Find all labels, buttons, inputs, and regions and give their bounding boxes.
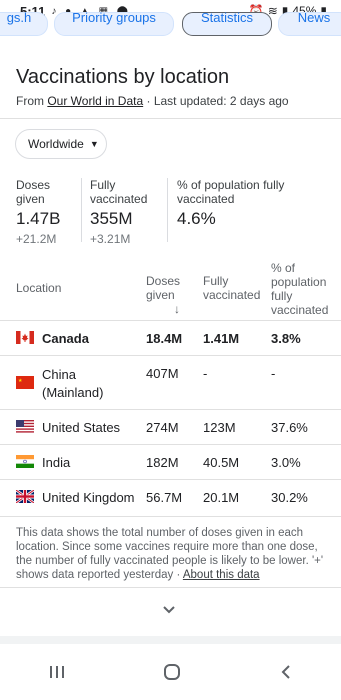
stat-delta: +21.2M [16, 232, 57, 246]
page-title: Vaccinations by location [16, 66, 230, 88]
fully-cell: 1.41M [203, 331, 240, 346]
chip-statistics[interactable]: Statistics [182, 12, 272, 36]
col-header-location: Location [16, 281, 62, 295]
pct-cell: 3.0% [271, 455, 301, 470]
location-name: Canada [42, 331, 89, 346]
source-link[interactable]: Our World in Data [47, 94, 143, 108]
footnote-text: This data shows the total number of dose… [16, 527, 324, 581]
doses-cell: 56.7M [146, 490, 183, 505]
chip-priority-groups[interactable]: Priority groups [54, 12, 174, 36]
pct-cell: 3.8% [271, 331, 301, 346]
table-row[interactable]: Canada 18.4M 1.41M 3.8% [0, 321, 341, 355]
source-line: From Our World in Data · Last updated: 2… [16, 94, 289, 108]
divider [167, 178, 168, 242]
home-icon[interactable] [163, 663, 181, 686]
canada-flag-icon [16, 331, 34, 344]
stat-delta: +3.21M [90, 232, 131, 246]
us-flag-icon [16, 420, 34, 433]
stat-fully: Fully vaccinated 355M +3.21M [90, 178, 160, 246]
caret-down-icon: ▼ [89, 139, 99, 149]
pct-cell: 37.6% [271, 420, 308, 435]
divider [0, 587, 341, 588]
location-name: United Kingdom [42, 490, 135, 505]
sort-arrow-icon: ↓ [174, 302, 180, 316]
india-flag-icon [16, 455, 34, 468]
doses-cell: 182M [146, 455, 179, 470]
dropdown-label: Worldwide [28, 137, 84, 151]
stat-pct: % of population fully vaccinated 4.6% [177, 178, 297, 229]
location-name: India [42, 455, 71, 470]
section-separator [0, 636, 341, 644]
system-nav-bar [0, 648, 341, 700]
stat-doses: Doses given 1.47B +21.2M [16, 178, 76, 246]
table-row[interactable]: United Kingdom 56.7M 20.1M 30.2% [0, 480, 341, 514]
china-flag-icon: ★ [16, 376, 34, 389]
fully-cell: 20.1M [203, 490, 240, 505]
chip-first[interactable]: gs.h [0, 12, 48, 36]
fully-cell: 40.5M [203, 455, 240, 470]
stat-label: Fully vaccinated [90, 178, 148, 206]
table-row[interactable]: India 182M 40.5M 3.0% [0, 445, 341, 479]
source-prefix: From [16, 94, 48, 108]
location-dropdown[interactable]: Worldwide ▼ [15, 129, 107, 159]
fully-cell: 123M [203, 420, 236, 435]
pct-cell: - [271, 366, 276, 381]
about-data-link[interactable]: About this data [183, 569, 260, 581]
expand-chevron-icon[interactable] [162, 602, 176, 618]
back-icon[interactable] [280, 664, 292, 685]
divider [0, 516, 341, 517]
svg-text:★: ★ [18, 378, 23, 384]
table-row[interactable]: ★ China (Mainland) 407M - - [0, 356, 341, 408]
fully-cell: - [203, 366, 208, 381]
stat-value: 355M [90, 209, 133, 228]
stat-label: % of population fully vaccinated [177, 178, 285, 206]
location-name: China (Mainland) [42, 367, 104, 400]
divider [81, 178, 82, 242]
location-name: United States [42, 420, 121, 435]
col-header-doses-label: Doses given [146, 274, 181, 302]
chip-news[interactable]: News [278, 12, 341, 36]
uk-flag-icon [16, 490, 34, 503]
pct-cell: 30.2% [271, 490, 308, 505]
col-header-fully[interactable]: Fully vaccinated [203, 274, 263, 302]
stat-value: 4.6% [177, 209, 216, 228]
doses-cell: 274M [146, 420, 179, 435]
recent-apps-icon[interactable] [49, 665, 65, 684]
doses-cell: 407M [146, 366, 179, 381]
footnote-sep: · [173, 569, 183, 581]
stat-label: Doses given [16, 178, 51, 206]
col-header-doses[interactable]: Doses given ↓ [146, 274, 194, 316]
divider [0, 118, 341, 119]
table-row[interactable]: United States 274M 123M 37.6% [0, 410, 341, 444]
data-footnote: This data shows the total number of dose… [16, 526, 328, 582]
chip-row: gs.h Priority groups Statistics News [0, 12, 341, 36]
doses-cell: 18.4M [146, 331, 183, 346]
last-updated: · Last updated: 2 days ago [143, 94, 289, 108]
stat-value: 1.47B [16, 209, 61, 228]
col-header-pct[interactable]: % of population fully vaccinated [271, 261, 333, 317]
